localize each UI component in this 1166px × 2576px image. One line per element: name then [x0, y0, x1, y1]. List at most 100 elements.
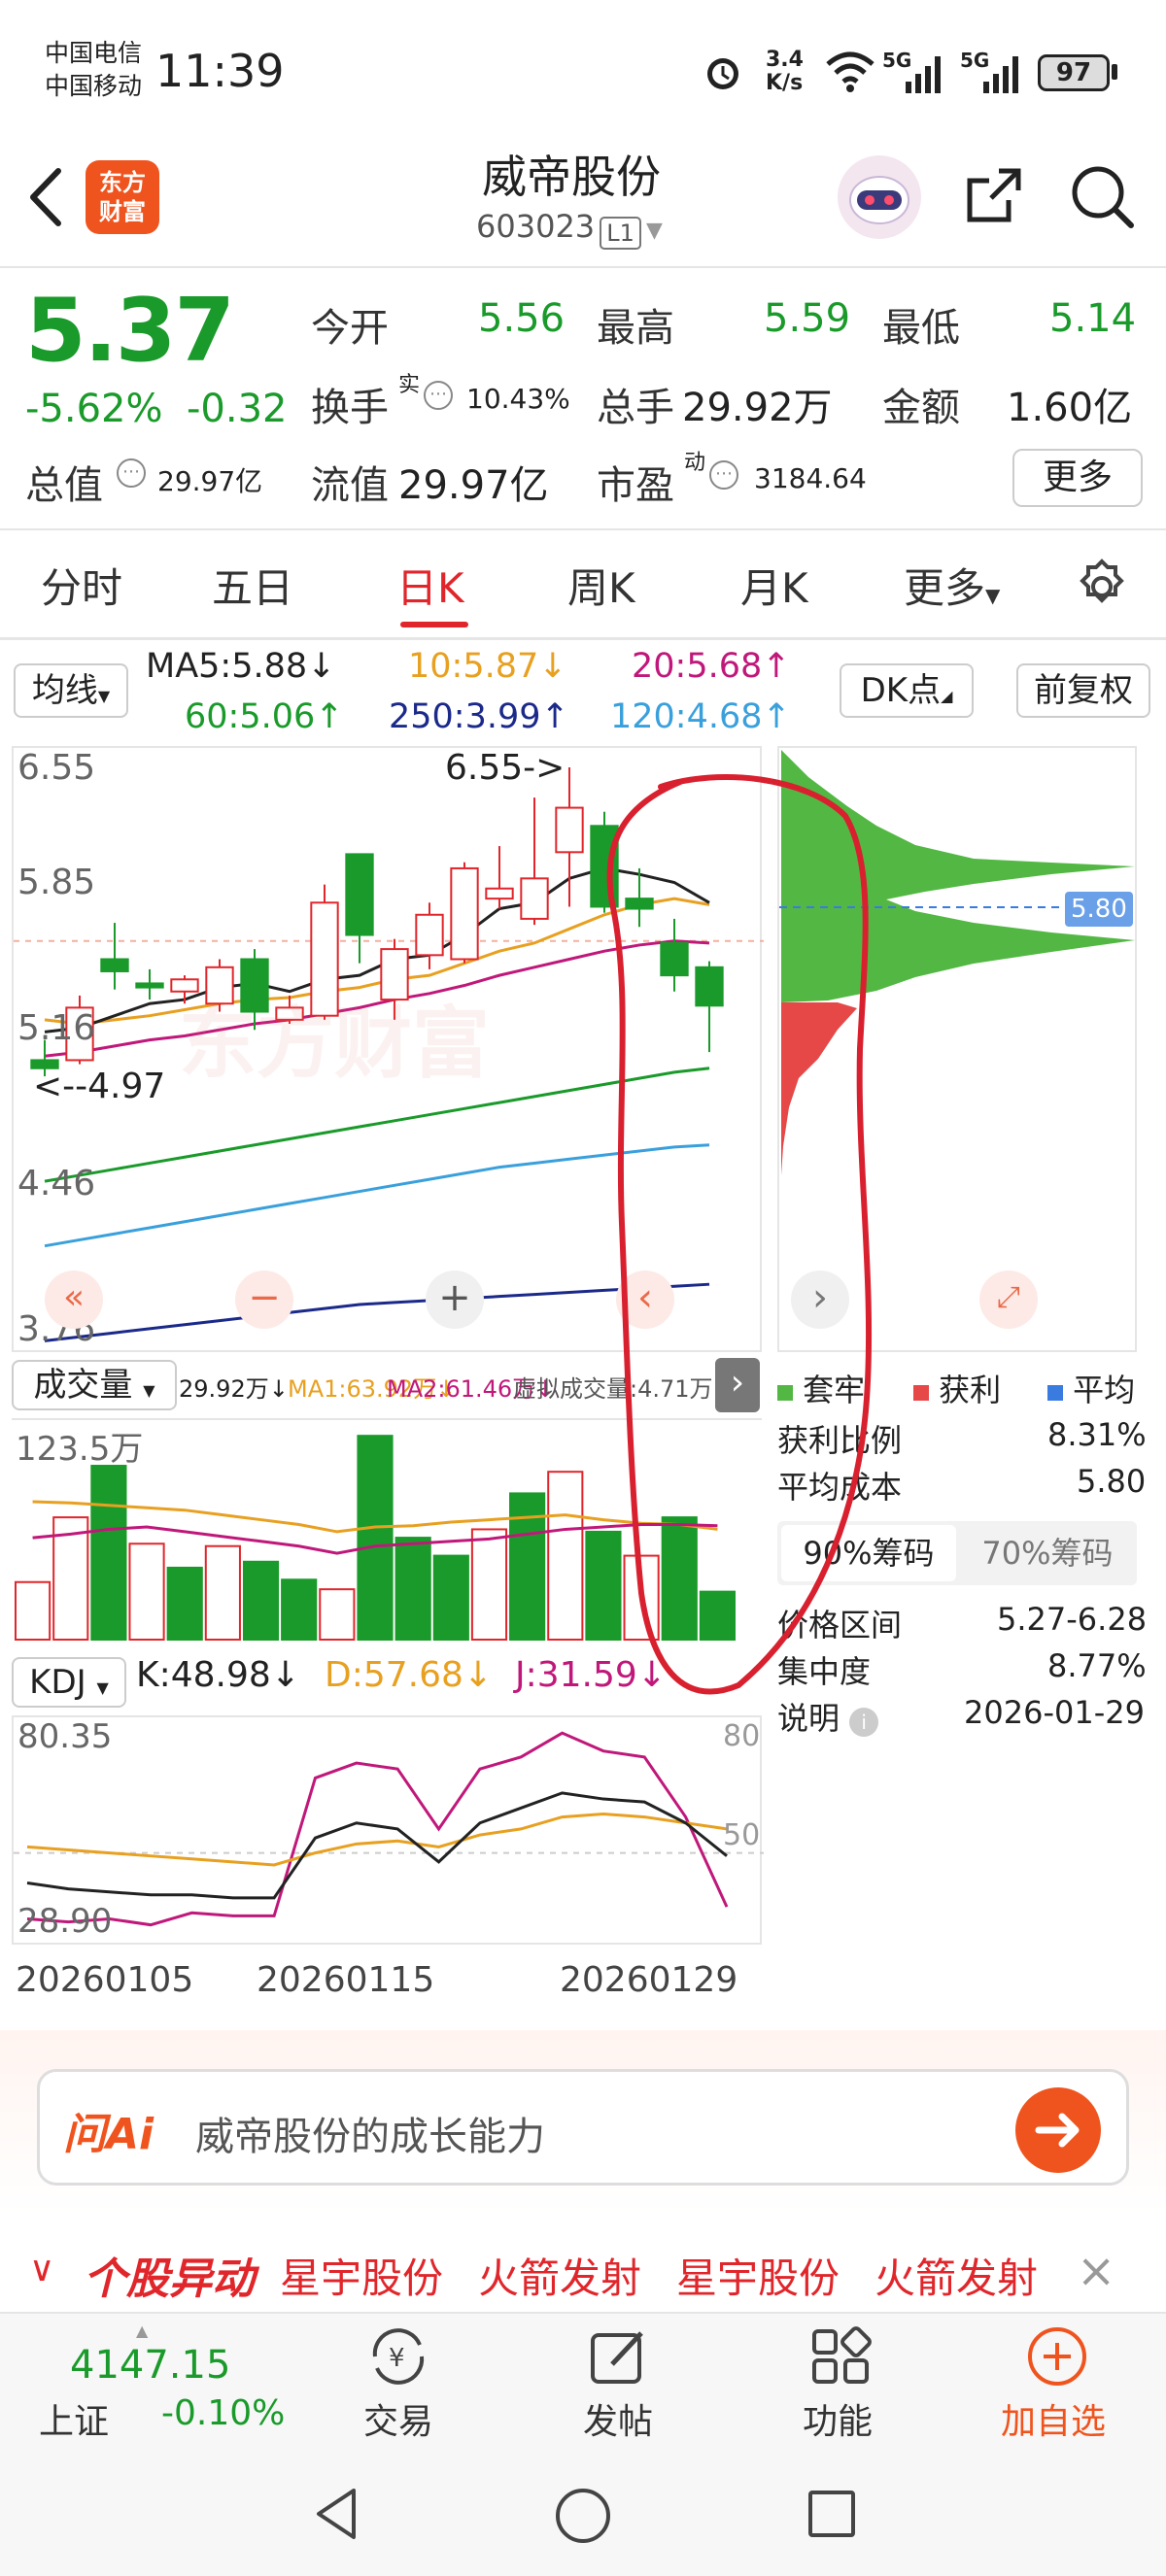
zoom-out-icon[interactable]: −	[235, 1271, 293, 1329]
grid-apps-icon[interactable]	[806, 2325, 876, 2388]
candle-body	[100, 958, 129, 972]
float-value: 29.97亿	[398, 463, 549, 508]
nav-trade[interactable]: 交易	[363, 2393, 433, 2444]
expand-icon[interactable]: ⤢	[979, 1271, 1038, 1329]
close-icon[interactable]: ×	[1077, 2244, 1115, 2298]
tab-more[interactable]: 更多▼	[904, 556, 1000, 615]
alarm-icon	[700, 49, 746, 95]
dk-point-button[interactable]: DK点◢	[840, 663, 974, 718]
date-label: 20260115	[257, 1960, 435, 2000]
index-name[interactable]: 上证	[39, 2393, 109, 2444]
ma250-value: 250:3.99↑	[389, 697, 569, 736]
date-label: 20260105	[16, 1960, 194, 2000]
ai-query-text[interactable]: 威帝股份的成长能力	[195, 2105, 545, 2161]
recents-square-icon[interactable]	[808, 2491, 855, 2537]
ai-logo: 问Ai	[63, 2110, 154, 2159]
amount-value: 1.60亿	[1007, 386, 1133, 430]
float-label: 流值	[311, 463, 389, 508]
status-bar: 中国电信 中国移动 11:39 3.4 K/s 5G 5G 97	[0, 0, 1166, 146]
kdj-axis-top: 80.35	[17, 1717, 113, 1756]
pe-label: 市盈	[597, 463, 674, 508]
nav-post[interactable]: 发帖	[583, 2393, 653, 2444]
info-icon[interactable]: ⋯	[117, 458, 146, 488]
quote-divider	[0, 528, 1166, 530]
index-change[interactable]: -0.10%	[161, 2393, 285, 2433]
candle-body	[485, 887, 514, 900]
volume-bar	[90, 1465, 127, 1642]
tab-70-chips[interactable]: 70%筹码	[962, 1525, 1133, 1581]
kdj-d_line	[26, 1812, 728, 1867]
back-arrow-icon[interactable]	[21, 163, 70, 231]
adjust-button[interactable]: 前复权	[1016, 663, 1150, 718]
tab-five-day[interactable]: 五日	[212, 556, 293, 615]
nav-add-watchlist[interactable]: 加自选	[1001, 2393, 1106, 2444]
back-triangle-icon[interactable]	[311, 2485, 363, 2543]
kdj-j_line	[26, 1731, 729, 1927]
bottom-nav: ▲ 4147.15 上证 -0.10% ¥ 交易 发帖 功能 加自选	[0, 2312, 1166, 2452]
chevron-down-icon: ▼	[985, 584, 1001, 607]
index-value[interactable]: 4147.15	[70, 2343, 230, 2388]
price-axis-label: 6.55	[17, 748, 96, 788]
min-price-marker: <--4.97	[33, 1067, 166, 1106]
open-value: 5.56	[478, 296, 566, 341]
robot-assistant-icon[interactable]	[838, 155, 921, 239]
note-date: 2026-01-29	[964, 1694, 1145, 1731]
ticker-item[interactable]: 火箭发射	[478, 2246, 641, 2305]
tab-intraday[interactable]: 分时	[41, 556, 122, 615]
arrow-right-icon[interactable]	[1015, 2087, 1101, 2173]
tab-daily-k[interactable]: 日K	[396, 556, 464, 615]
ma-selector[interactable]: 均线▼	[14, 663, 128, 718]
volume-selector[interactable]: 成交量 ▼	[12, 1360, 177, 1410]
ticker-label: 个股异动	[84, 2254, 255, 2304]
share-icon[interactable]	[960, 161, 1028, 229]
chevron-down-icon: ▼	[96, 1678, 109, 1697]
avg-cost-value: 5.80	[1077, 1463, 1147, 1500]
kdj-selector[interactable]: KDJ ▼	[12, 1657, 126, 1708]
svg-text:¥: ¥	[389, 2344, 405, 2373]
kdj-chart: 80.35 28.90 80 50	[12, 1715, 764, 1945]
pe-value: 3184.64	[754, 462, 867, 494]
legend-avg: 平均	[1047, 1366, 1135, 1410]
kdj-svg	[14, 1731, 764, 1927]
turnover-value: 10.43%	[466, 383, 570, 415]
ticker-item[interactable]: 星宇股份	[676, 2246, 840, 2305]
amount-label: 金额	[882, 386, 960, 430]
kdj-k_line	[26, 1791, 728, 1900]
info-icon: i	[849, 1708, 879, 1737]
tab-monthly-k[interactable]: 月K	[740, 556, 808, 615]
ma60-value: 60:5.06↑	[185, 697, 344, 736]
home-circle-icon[interactable]	[556, 2489, 610, 2543]
carrier-2: 中国移动	[45, 72, 143, 100]
ticker-item[interactable]: 火箭发射	[874, 2246, 1038, 2305]
volume-bar	[15, 1580, 51, 1642]
net-speed: 3.4 K/s	[766, 48, 804, 95]
nav-function[interactable]: 功能	[803, 2393, 873, 2444]
candle-body	[135, 982, 164, 989]
pe-dynamic-mark: 动	[684, 451, 706, 475]
concentration-value: 8.77%	[1047, 1647, 1147, 1684]
ai-search-bar[interactable]: 问Ai 威帝股份的成长能力	[37, 2069, 1129, 2186]
stock-code-row[interactable]: 603023 L1 ▼	[476, 208, 663, 250]
app-logo[interactable]: 东方 财富	[86, 160, 159, 234]
price-range-value: 5.27-6.28	[997, 1601, 1148, 1638]
volume-bar	[432, 1554, 469, 1642]
chevron-down-icon[interactable]: ∨	[29, 2250, 54, 2289]
post-icon[interactable]	[585, 2325, 655, 2388]
scroll-left-icon[interactable]: «	[45, 1271, 103, 1329]
ticker-item[interactable]: 星宇股份	[280, 2246, 443, 2305]
trade-icon[interactable]: ¥	[363, 2325, 433, 2388]
watermark: 东方财富	[179, 999, 490, 1089]
candle-body	[520, 877, 549, 920]
price-axis-label: 5.16	[17, 1008, 96, 1048]
price-axis-label: 4.46	[17, 1164, 96, 1203]
search-icon[interactable]	[1069, 159, 1137, 233]
info-icon[interactable]: ⋯	[424, 381, 453, 410]
add-circle-icon[interactable]	[1024, 2323, 1090, 2390]
kdj-axis-right-top: 80	[723, 1719, 761, 1753]
ma20-value: 20:5.68↑	[632, 647, 791, 686]
zoom-in-icon[interactable]: +	[426, 1271, 484, 1329]
more-button[interactable]: 更多	[1012, 449, 1143, 507]
info-icon[interactable]: ⋯	[709, 460, 738, 490]
tab-weekly-k[interactable]: 周K	[567, 556, 635, 615]
gear-icon[interactable]	[1073, 556, 1131, 614]
